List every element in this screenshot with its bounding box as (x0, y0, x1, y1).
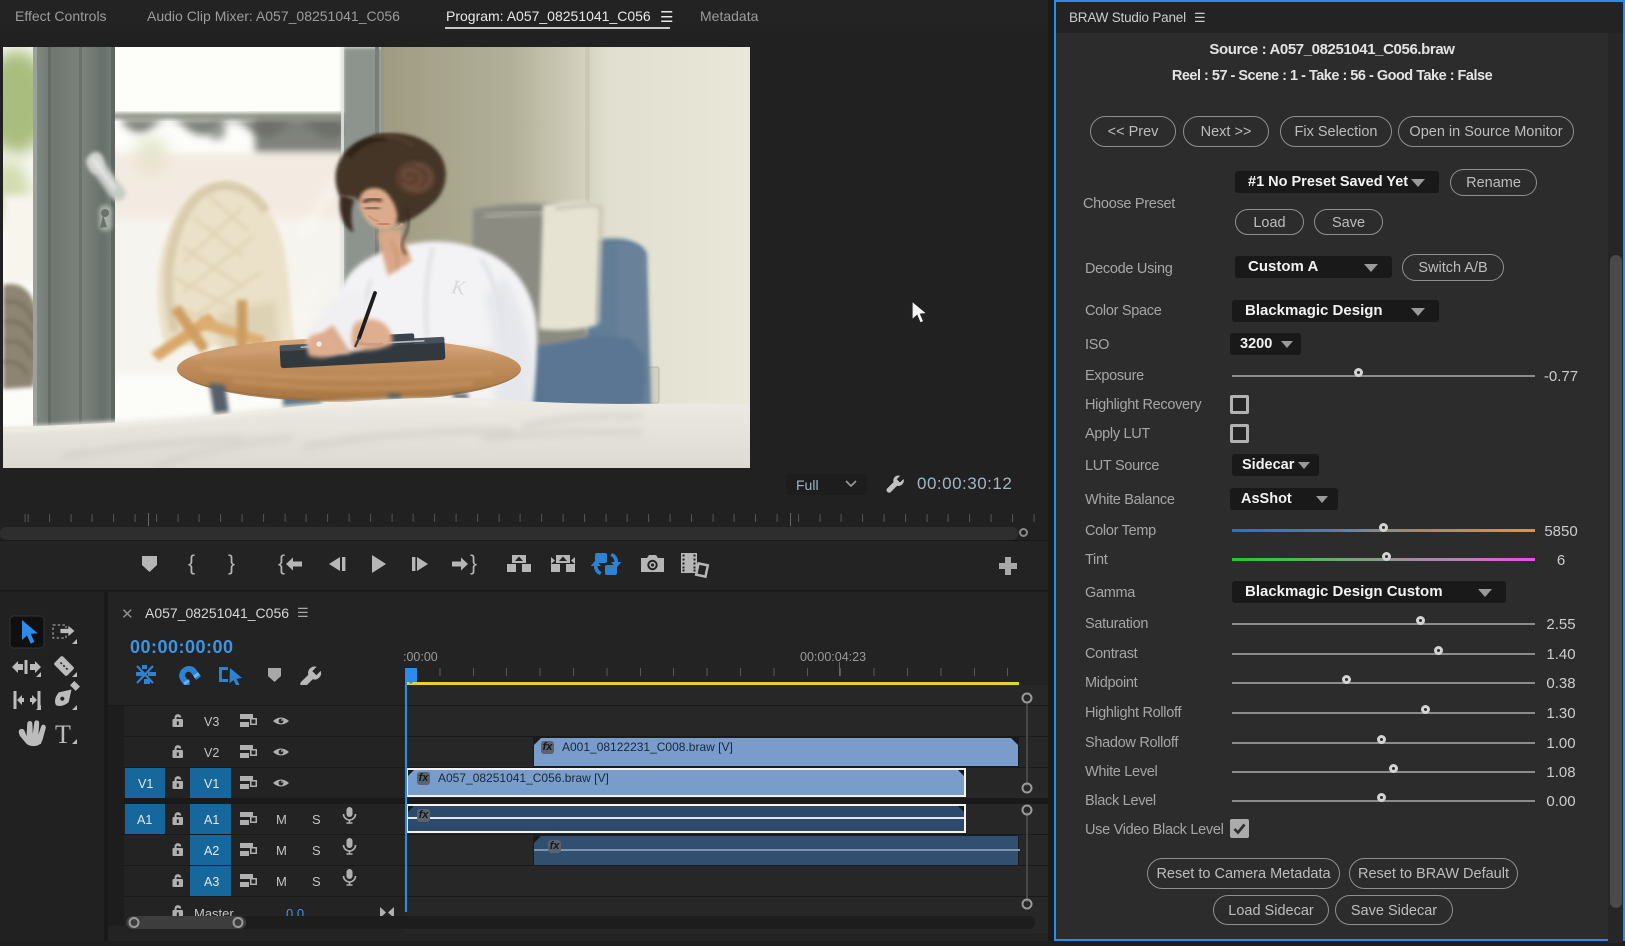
svg-text:S: S (312, 843, 321, 858)
svg-text:V1: V1 (138, 777, 153, 791)
svg-text:{: { (188, 552, 195, 575)
svg-text:M: M (276, 874, 287, 889)
svg-text:{: { (278, 552, 285, 575)
svg-text:}: } (228, 552, 235, 575)
svg-text:T: T (55, 720, 71, 749)
svg-text:M: M (276, 843, 287, 858)
svg-text:S: S (312, 874, 321, 889)
svg-text:M: M (276, 812, 287, 827)
svg-text:V1: V1 (204, 777, 219, 791)
svg-text:A1: A1 (137, 813, 152, 827)
svg-text:A3: A3 (204, 875, 219, 889)
svg-text:V2: V2 (204, 746, 219, 760)
svg-text:A2: A2 (204, 844, 219, 858)
svg-text:V3: V3 (204, 715, 219, 729)
svg-text:S: S (312, 812, 321, 827)
svg-text:A1: A1 (204, 813, 219, 827)
svg-text:}: } (470, 552, 477, 575)
